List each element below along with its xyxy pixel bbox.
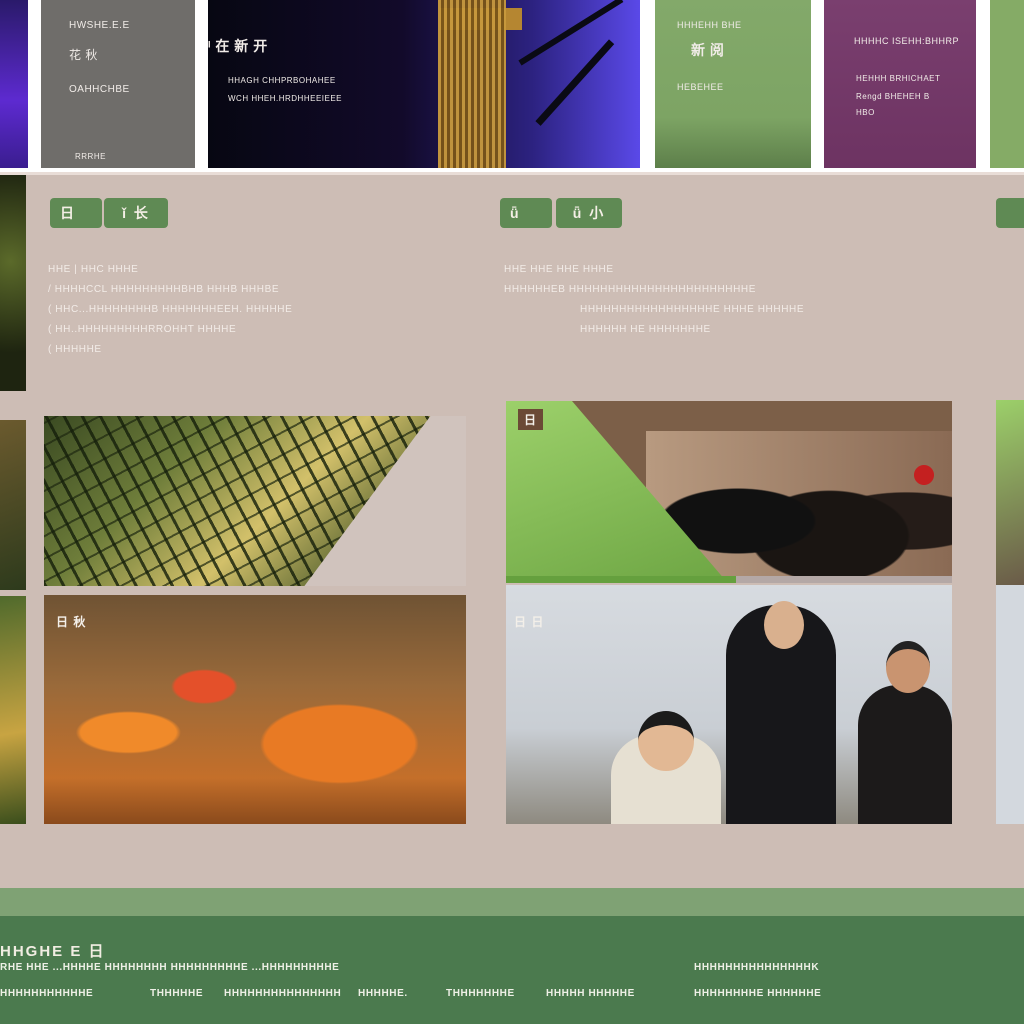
card-text: HEHHH BRHICHAET: [856, 74, 941, 83]
accent-bar: [506, 576, 736, 583]
desc-line: ( HHC...HHHHHHHHB HHHHHHHEEH. HHHHHE: [48, 304, 293, 315]
footer-link[interactable]: HHHHHHHHHHHHHHH: [224, 988, 341, 999]
section-title-badge[interactable]: ǖ 小: [556, 198, 622, 228]
card-subtitle: 新 阅: [691, 42, 725, 58]
person-figure: [858, 685, 952, 824]
card-text: OAHHCHBE: [69, 84, 130, 95]
prev-section-image: [0, 175, 26, 391]
card-title: HWSHE.E.E: [69, 20, 130, 31]
person-head: [886, 641, 930, 693]
decorative-stroke: [518, 0, 624, 66]
desc-line: ( HH..HHHHHHHHHRROHHT HHHHE: [48, 324, 237, 335]
footer-link[interactable]: HHHHHHHHE HHHHHHE: [694, 988, 821, 999]
next-section-tag[interactable]: [996, 198, 1024, 228]
photo-label: 日: [518, 409, 544, 430]
farmland-image: [44, 416, 431, 586]
card-title: HHHHC ISEHH:BHHRP: [854, 36, 960, 46]
gathering-photo[interactable]: 日: [506, 401, 952, 581]
section-tag-label: 日: [60, 205, 76, 221]
aerial-farmland-photo[interactable]: [44, 416, 466, 586]
section-description: HHE | HHC HHHE / HHHHCCL HHHHHHHHHBHB HH…: [48, 260, 292, 360]
section-tag-label: ǖ: [510, 205, 521, 221]
footer-link[interactable]: THHHHHHHE: [446, 988, 515, 999]
prev-section-image: [0, 596, 26, 824]
footer-link[interactable]: HHHHHE.: [358, 988, 408, 999]
desc-line: HHHHHH HE HHHHHHHE: [580, 324, 711, 335]
carousel-card-2-hero[interactable]: ᴵ 在 新 开 HHAGH CHHPRBOHAHEE WCH HHEH.HRDH…: [208, 0, 640, 168]
footer-link[interactable]: HHHHHHHHHHHHHHHK: [694, 962, 819, 973]
card-title: ᴵ 在 新 开: [208, 38, 268, 54]
footer-link[interactable]: HHHHH HHHHHE: [546, 988, 635, 999]
carousel-card-3[interactable]: HHHEHH BHE 新 阅 HEBEHEE: [655, 0, 811, 168]
photo-label: 日 秋: [56, 615, 87, 629]
person-head: [638, 711, 694, 771]
carousel-card-4[interactable]: HHHHC ISEHH:BHHRP HEHHH BRHICHAET Rengd …: [824, 0, 976, 168]
next-section-image: [996, 585, 1024, 824]
site-footer: HHGHE E 日 RHE HHE ...HHHHE HHHHHHHH HHHH…: [0, 916, 1024, 1024]
footer-link[interactable]: RHE HHE ...HHHHE HHHHHHHH HHHHHHHHHE ...…: [0, 962, 339, 973]
divider: [0, 172, 1024, 175]
desc-line: / HHHHCCL HHHHHHHHHBHB HHHB HHHBE: [48, 284, 280, 295]
section-title-badge[interactable]: ǐ 长: [104, 198, 168, 228]
carousel-card-edge-right[interactable]: [990, 0, 1024, 168]
flower-decoration: [904, 461, 944, 489]
footer-link[interactable]: THHHHHE: [150, 988, 203, 999]
person-head: [764, 601, 804, 649]
footer-title: HHGHE E 日: [0, 943, 106, 960]
tower-image-body: [438, 0, 506, 168]
carousel-card-1[interactable]: HWSHE.E.E 花 秋 OAHHCHBE RRRHE: [41, 0, 195, 168]
section-tag[interactable]: ǖ: [500, 198, 552, 228]
carousel-card-edge[interactable]: [0, 0, 28, 168]
prev-section-image: [0, 420, 26, 590]
footer-link[interactable]: HHHHHHHHHHHE: [0, 988, 93, 999]
photo-label: 日 日: [514, 615, 545, 629]
card-footnote: RRRHE: [75, 152, 106, 161]
next-section-image: [996, 400, 1024, 586]
card-text: WCH HHEH.HRDHHEEIEEE: [228, 94, 343, 103]
decorative-stroke: [535, 39, 615, 126]
desc-line: HHE | HHC HHHE: [48, 264, 139, 275]
card-text: Rengd BHEHEH B: [856, 92, 930, 101]
desc-line: HHE HHE HHE HHHE: [504, 264, 614, 275]
card-text: HBO: [856, 108, 875, 117]
desc-line: ( HHHHHE: [48, 344, 102, 355]
desc-line: HHHHHHEB HHHHHHHHHHHHHHHHHHHHHHHE: [504, 284, 757, 295]
footer-accent-band: [0, 888, 1024, 916]
section-title: ǐ 长: [122, 205, 150, 221]
card-title: HHHEHH BHE: [677, 20, 742, 30]
card-subtitle: 花 秋: [69, 48, 98, 62]
card-text: HHAGH CHHPRBOHAHEE: [228, 76, 336, 85]
section-tag[interactable]: 日: [50, 198, 102, 228]
featured-carousel: HWSHE.E.E 花 秋 OAHHCHBE RRRHE ᴵ 在 新 开 HHA…: [0, 0, 1024, 172]
children-event-photo[interactable]: 日 秋: [44, 595, 466, 824]
group-portrait-photo[interactable]: 日 日: [506, 585, 952, 824]
section-title: ǖ 小: [572, 205, 606, 221]
section-description: HHE HHE HHE HHHE HHHHHHEB HHHHHHHHHHHHHH…: [504, 260, 804, 340]
desc-line: HHHHHHHHHHHHHHHHHE HHHE HHHHHE: [580, 304, 805, 315]
card-text: HEBEHEE: [677, 82, 724, 92]
